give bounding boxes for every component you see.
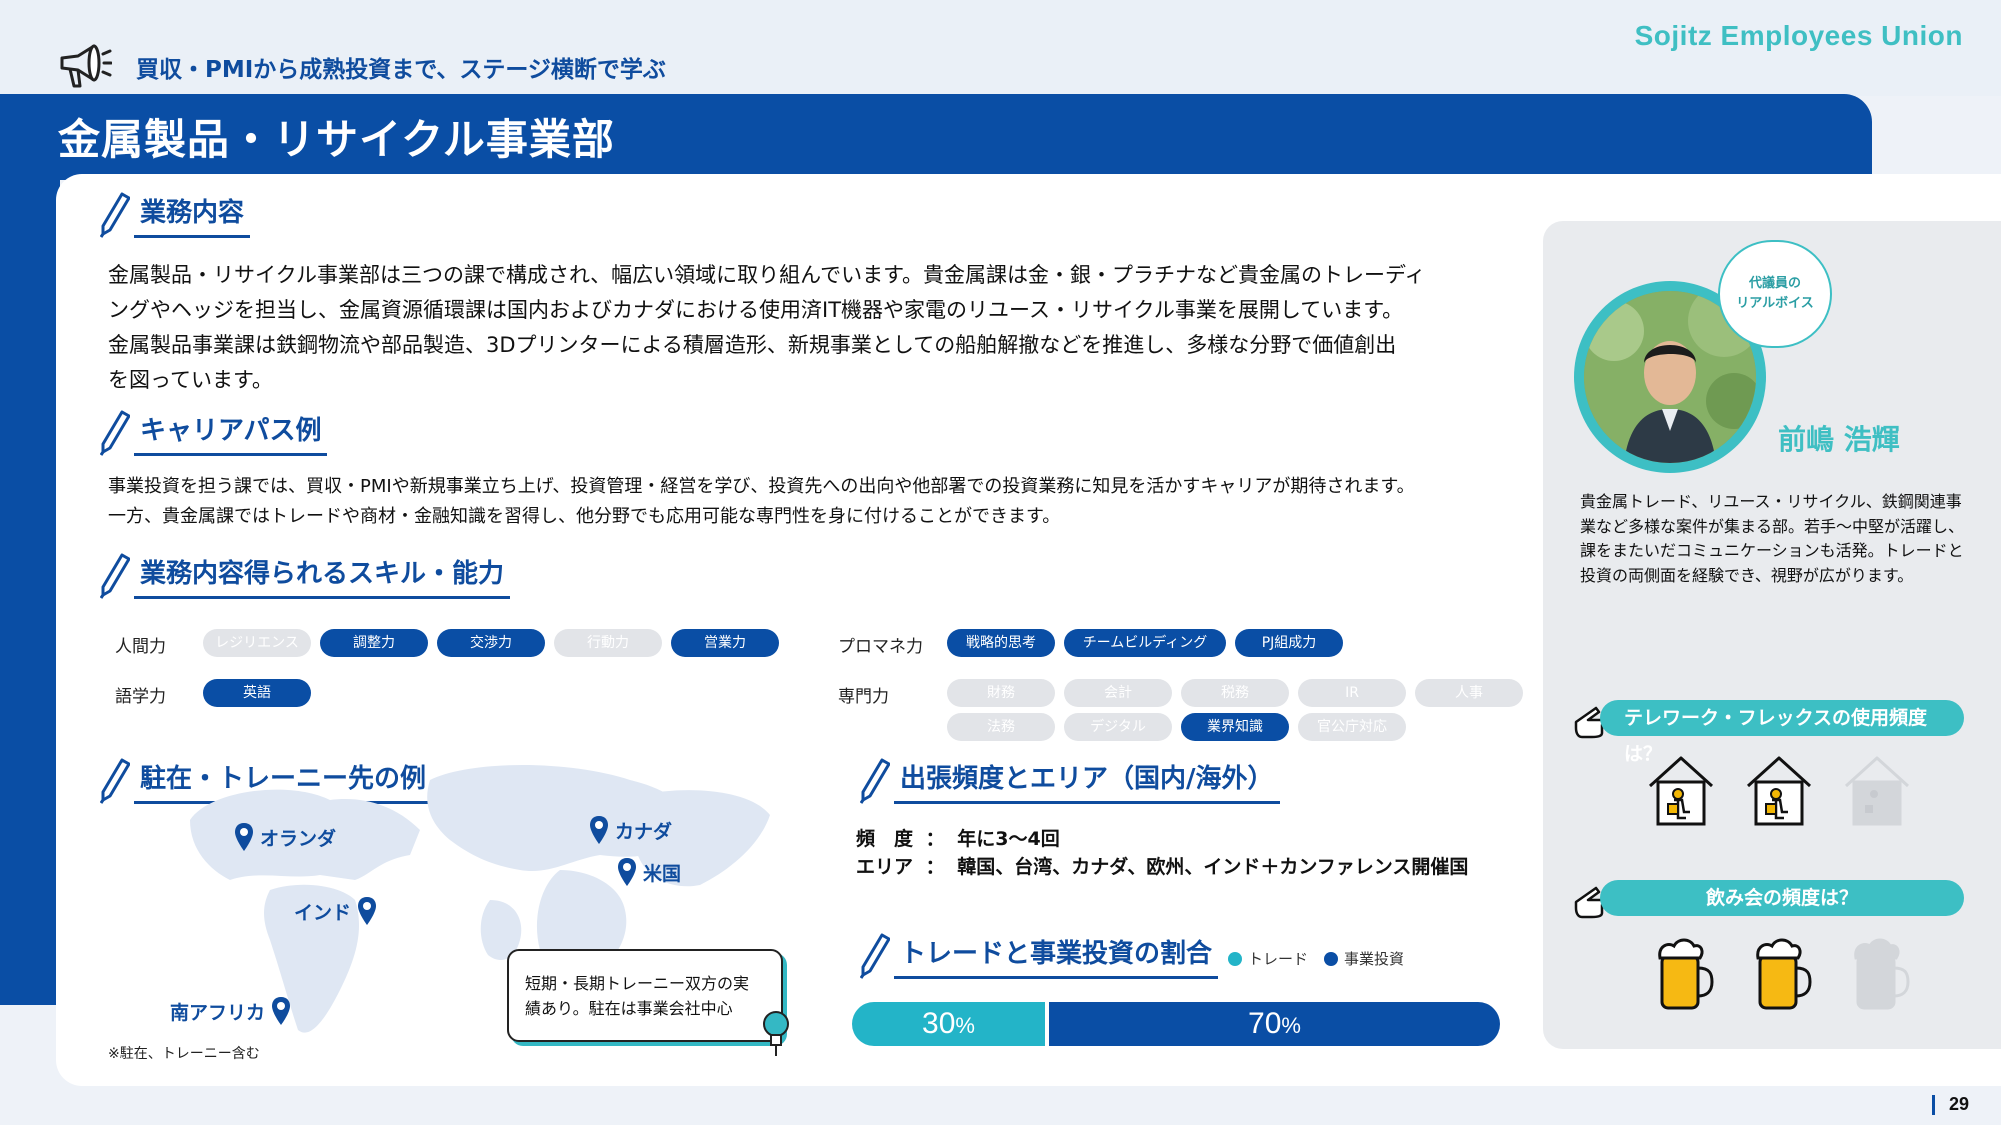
pen-icon: [100, 553, 130, 599]
section-heading-ratio: トレードと事業投資の割合: [860, 933, 1219, 979]
map-pin-icon: [272, 997, 291, 1025]
section-heading-career: キャリアパス例: [100, 410, 328, 456]
pin-canada: カナダ: [589, 815, 672, 845]
legend-dot-invest: [1324, 951, 1339, 966]
skill-expert-pill: 財務: [947, 679, 1055, 707]
business-text: 金属製品・リサイクル事業部は三つの課で構成され、幅広い領域に取り組んでいます。貴…: [108, 263, 1426, 392]
skill-human-pill: 交渉力: [437, 629, 545, 657]
pin-south-africa: 南アフリカ: [170, 996, 291, 1026]
pen-icon: [100, 192, 130, 238]
house-icon: [1644, 752, 1718, 832]
map-pin-icon: [590, 816, 608, 844]
section-title: 業務内容: [134, 192, 251, 238]
pen-icon: [100, 410, 130, 456]
pen-icon: [860, 758, 890, 804]
skill-row-label-human: 人間力: [115, 637, 166, 657]
telework-question: テレワーク・フレックスの使用頻度は？: [1600, 700, 1964, 765]
skill-expert-pill: 業界知識: [1181, 713, 1289, 741]
posting-callout: 短期・長期トレーニー双方の実 績あり。駐在は事業会社中心: [507, 949, 783, 1042]
lightbulb-icon: [763, 1011, 789, 1056]
ratio-legend: トレード 事業投資: [1228, 948, 1404, 969]
page-title: 金属製品・リサイクル事業部: [58, 115, 615, 164]
skill-expert-pill: デジタル: [1064, 713, 1172, 741]
side-strip: [0, 170, 60, 1005]
megaphone-icon: [60, 44, 112, 88]
skill-expert-pill: 会計: [1064, 679, 1172, 707]
pin-usa: 米国: [617, 857, 681, 887]
drink-question: 飲み会の頻度は？: [1600, 880, 1964, 916]
section-title: トレードと事業投資の割合: [894, 933, 1219, 979]
skill-expert-pill: 人事: [1415, 679, 1523, 707]
skill-row-label-language: 語学力: [115, 687, 166, 707]
travel-area: エリア ： 韓国、台湾、カナダ、欧州、インド＋カンファレンス開催国: [856, 856, 1469, 878]
pen-icon: [860, 933, 890, 979]
section-heading-skills: 業務内容得られるスキル・能力: [100, 553, 511, 599]
ratio-bar: 30% 70%: [852, 1002, 1500, 1046]
house-icon: [1742, 752, 1816, 832]
page-number: 29: [1931, 1094, 1969, 1115]
pin-india: インド: [294, 896, 377, 926]
skill-human-pill: 行動力: [554, 629, 662, 657]
house-icon: [1840, 752, 1914, 832]
pen-icon: [100, 758, 130, 804]
page-subtitle: 買収・PMIから成熟投資まで、ステージ横断で学ぶ: [136, 57, 666, 83]
voice-bubble: 代議員の リアルボイス: [1718, 240, 1832, 348]
travel-frequency: 頻 度 ： 年に3～4回: [856, 828, 1060, 850]
map-pin-icon: [235, 823, 253, 851]
section-title: 業務内容得られるスキル・能力: [134, 553, 511, 599]
skill-language-pill: 英語: [203, 679, 311, 707]
voice-quote: 貴金属トレード、リユース・リサイクル、鉄鋼関連事業など多様な案件が集まる部。若手…: [1580, 492, 1965, 585]
skill-expert-pill: 法務: [947, 713, 1055, 741]
section-title: キャリアパス例: [134, 410, 328, 456]
beer-mug-icon: [1850, 934, 1912, 1018]
skill-expert-pill: 官公庁対応: [1298, 713, 1406, 741]
map-pin-icon: [358, 897, 377, 925]
skill-pm-pill: PJ組成力: [1235, 629, 1343, 657]
posting-note: ※駐在、トレーニー含む: [108, 1046, 260, 1062]
map-pin-icon: [618, 858, 636, 886]
skill-row-label-expert: 専門力: [838, 687, 889, 707]
section-heading-business: 業務内容: [100, 192, 251, 238]
beer-mug-icon: [1752, 934, 1814, 1018]
skill-expert-pill: 税務: [1181, 679, 1289, 707]
skill-expert-pill: IR: [1298, 679, 1406, 707]
section-heading-travel: 出張頻度とエリア（国内/海外）: [860, 758, 1280, 804]
legend-dot-trade: [1228, 951, 1242, 966]
beer-mug-icon: [1654, 934, 1716, 1018]
career-text: 事業投資を担う課では、買収・PMIや新規事業立ち上げ、投資管理・経営を学び、投資…: [108, 476, 1415, 527]
skill-human-pill: 調整力: [320, 629, 428, 657]
person-name: 前嶋 浩輝: [1778, 423, 1900, 456]
skill-pm-pill: 戦略的思考: [947, 629, 1055, 657]
skill-row-label-pm: プロマネ力: [838, 637, 923, 657]
skill-human-pill: レジリエンス: [203, 629, 311, 657]
ratio-trade-segment: 30%: [852, 1002, 1045, 1046]
section-title: 出張頻度とエリア（国内/海外）: [894, 758, 1280, 804]
pin-netherlands: オランダ: [234, 822, 336, 852]
skill-pm-pill: チームビルディング: [1064, 629, 1226, 657]
skill-human-pill: 営業力: [671, 629, 779, 657]
ratio-invest-segment: 70%: [1049, 1002, 1500, 1046]
brand-logo: Sojitz Employees Union: [1634, 20, 1963, 51]
